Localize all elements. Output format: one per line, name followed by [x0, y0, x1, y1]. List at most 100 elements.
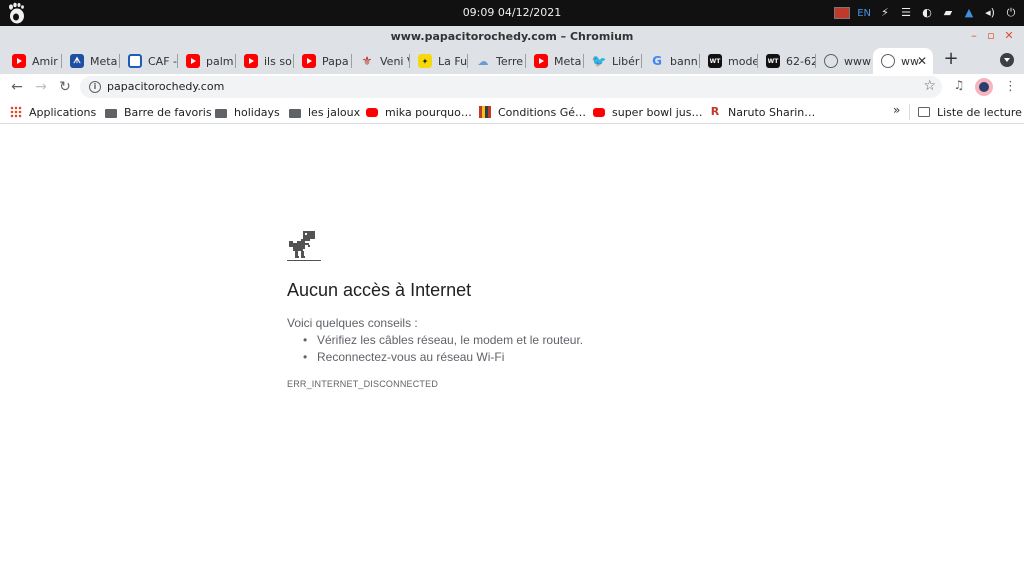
tab-active[interactable]: ww ✕ [873, 48, 933, 74]
notification-icon[interactable]: ▲ [962, 6, 976, 20]
close-window-button[interactable]: ✕ [1002, 29, 1016, 43]
reading-list-label: Liste de lecture [937, 105, 1022, 119]
bookmark-star-icon[interactable]: ☆ [923, 78, 936, 94]
r-logo-icon: R [710, 105, 720, 118]
error-suggestions-list: Vérifiez les câbles réseau, le modem et … [303, 332, 583, 366]
address-url[interactable]: papacitorochedy.com [107, 80, 224, 93]
youtube-icon [593, 107, 605, 117]
tab-label: Veni V [380, 54, 410, 68]
tab[interactable]: Amir [4, 48, 62, 74]
flag-icon[interactable] [834, 7, 851, 19]
bookmark-link[interactable]: mika pourquo… [366, 104, 472, 120]
page-content: Aucun accès à Internet Voici quelques co… [0, 125, 1024, 576]
minimize-button[interactable]: – [967, 29, 981, 43]
tab-label: Amir [32, 54, 58, 68]
tab[interactable]: ✦ La Fu [410, 48, 468, 74]
error-suggestions-heading: Voici quelques conseils : [287, 316, 418, 330]
tab-label: Meta [90, 54, 118, 68]
folder-icon [215, 108, 227, 118]
bookmark-folder[interactable]: les jaloux [289, 104, 360, 120]
system-top-bar: 09:09 04/12/2021 EN ⚡ ☰ ◐ ▰ ▲ ◂) ⏻ [0, 0, 1024, 26]
tab[interactable]: ☁ Terre [468, 48, 526, 74]
bookmark-link[interactable]: R Naruto Sharin… [709, 104, 816, 120]
tab-search-icon[interactable] [1000, 53, 1014, 67]
back-button[interactable]: ← [8, 78, 26, 96]
tab[interactable]: palm [178, 48, 236, 74]
apps-grid-icon [10, 106, 22, 118]
meta-icon: ᗑ [70, 54, 84, 68]
folder-icon[interactable]: ▰ [941, 6, 955, 20]
bookmark-folder[interactable]: Barre de favoris [105, 104, 212, 120]
youtube-icon [534, 54, 548, 68]
keyboard-language[interactable]: EN [857, 8, 871, 19]
wt-icon: WT [766, 54, 780, 68]
tab-label: 62-62 [786, 54, 816, 68]
tab[interactable]: Gbann [642, 48, 700, 74]
tab[interactable]: ᗑ Meta [62, 48, 120, 74]
bookmark-label: Applications [29, 105, 97, 119]
tab[interactable]: 🐦 Libér [584, 48, 642, 74]
bookmark-folder[interactable]: holidays [215, 104, 280, 120]
power-icon[interactable]: ⏻ [1004, 6, 1018, 20]
youtube-icon [244, 54, 258, 68]
tab-label: Terre [496, 54, 523, 68]
tab-label: La Fu [438, 54, 468, 68]
window-title-bar: www.papacitorochedy.com – Chromium – ▫ ✕ [0, 26, 1024, 46]
tab[interactable]: WT mode [700, 48, 758, 74]
tab[interactable]: Meta [526, 48, 584, 74]
tab[interactable]: CAF - [120, 48, 178, 74]
media-control-icon[interactable]: ♫ [951, 78, 967, 94]
youtube-icon [186, 54, 200, 68]
network-off-icon[interactable]: ⚡ [878, 6, 892, 20]
tab[interactable]: www [816, 48, 872, 74]
youtube-icon [366, 107, 378, 117]
info-icon[interactable]: i [89, 81, 101, 93]
tab[interactable]: ⚜ Veni V [352, 48, 410, 74]
bookmark-applications[interactable]: Applications [10, 104, 96, 120]
menu-kebab-icon[interactable]: ⋮ [1004, 79, 1017, 95]
close-tab-icon[interactable]: ✕ [917, 54, 927, 68]
fleur-de-lis-icon: ⚜ [361, 54, 373, 68]
bookmark-label: Naruto Sharin… [728, 105, 816, 119]
bookmark-label: Conditions Gé… [498, 105, 587, 119]
tab[interactable]: Papa [294, 48, 352, 74]
globe-icon [824, 54, 838, 68]
tab-strip: Amir ᗑ Meta CAF - palm ils so Papa ⚜ Veni … [0, 46, 1024, 74]
error-title: Aucun accès à Internet [287, 280, 472, 300]
address-bar[interactable]: i papacitorochedy.com ☆ [80, 76, 942, 98]
forward-button[interactable]: → [32, 78, 50, 96]
tab[interactable]: WT 62-62 [758, 48, 816, 74]
bookmark-link[interactable]: Conditions Gé… [479, 104, 586, 120]
globe-icon [881, 54, 895, 68]
volume-icon[interactable]: ◂) [983, 6, 997, 20]
bookmarks-bar: Applications Barre de favoris holidays l… [0, 100, 1024, 124]
maximize-button[interactable]: ▫ [984, 29, 998, 43]
reading-list-button[interactable]: Liste de lecture [918, 104, 1022, 120]
tab-label: Papa [322, 54, 349, 68]
youtube-icon [302, 54, 316, 68]
browser-toolbar: ← → ↻ i papacitorochedy.com ☆ [0, 74, 1024, 100]
profile-avatar[interactable] [975, 78, 993, 96]
folder-icon [289, 108, 301, 118]
new-tab-button[interactable]: + [941, 49, 961, 69]
menu-icon[interactable]: ☰ [899, 6, 913, 20]
night-mode-icon[interactable]: ◐ [920, 6, 934, 20]
bookmarks-overflow-button[interactable]: » [893, 103, 900, 117]
window-title: www.papacitorochedy.com – Chromium [390, 30, 634, 43]
bookmark-label: mika pourquo… [385, 105, 472, 119]
wt-icon: WT [708, 54, 722, 68]
suggestion-item: Vérifiez les câbles réseau, le modem et … [303, 332, 583, 349]
tab-label: bann [670, 54, 698, 68]
tab[interactable]: ils so [236, 48, 294, 74]
folder-icon [105, 108, 117, 118]
system-tray: EN ⚡ ☰ ◐ ▰ ▲ ◂) ⏻ [834, 4, 1018, 22]
bookmarks-divider [909, 104, 910, 120]
bookmark-link[interactable]: super bowl jus… [593, 104, 703, 120]
yellow-logo-icon: ✦ [418, 54, 432, 68]
dinosaur-icon[interactable] [287, 229, 321, 263]
bookmark-label: super bowl jus… [612, 105, 703, 119]
bookmark-label: holidays [234, 105, 280, 119]
bookmark-label: les jaloux [308, 105, 361, 119]
reload-button[interactable]: ↻ [56, 78, 74, 96]
cloud-icon: ☁ [477, 54, 489, 68]
